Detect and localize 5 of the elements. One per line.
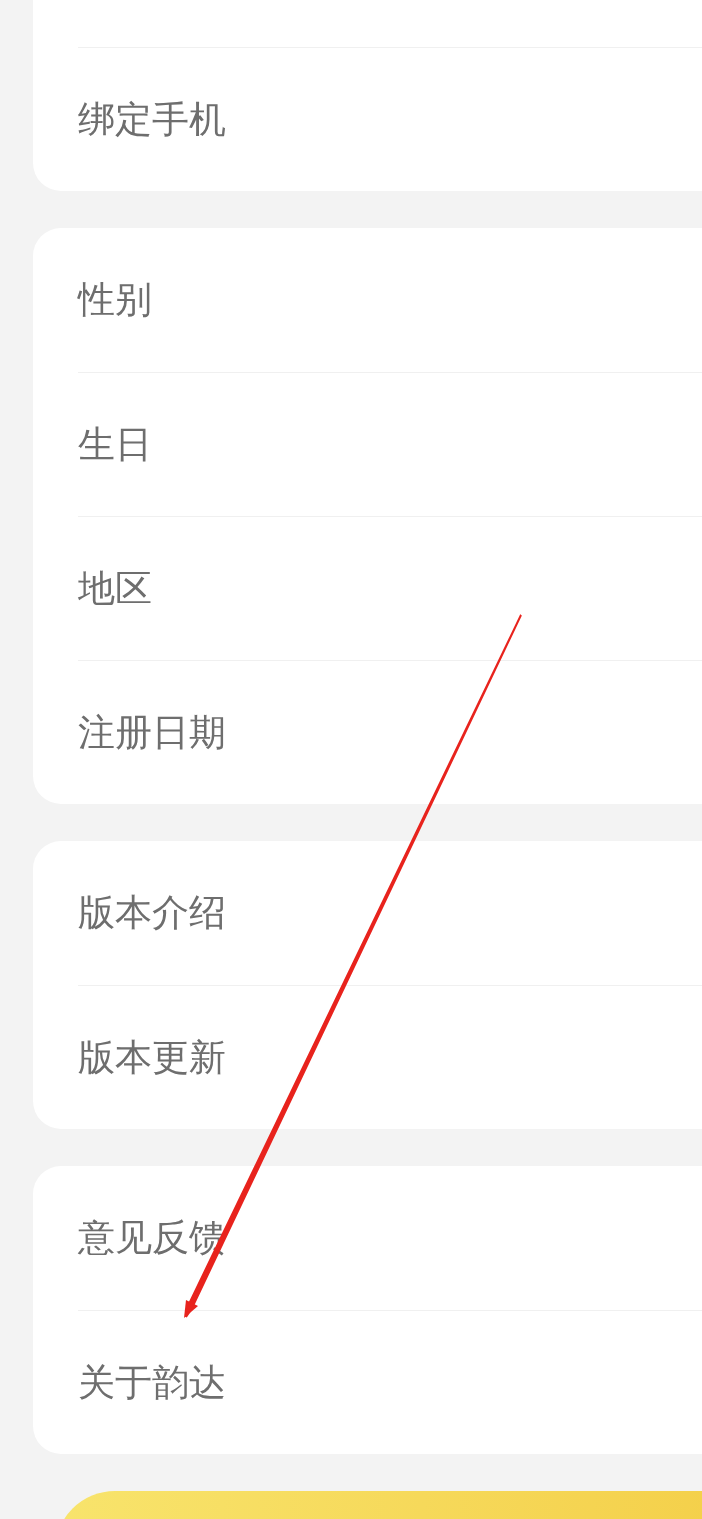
settings-row[interactable]: 版本介绍 xyxy=(78,841,702,985)
settings-row[interactable]: 关于韵达 xyxy=(78,1310,702,1454)
settings-row[interactable]: 绑定手机 xyxy=(78,47,702,191)
settings-row[interactable]: 生日 xyxy=(78,372,702,516)
settings-row[interactable]: 性别 xyxy=(78,228,702,372)
